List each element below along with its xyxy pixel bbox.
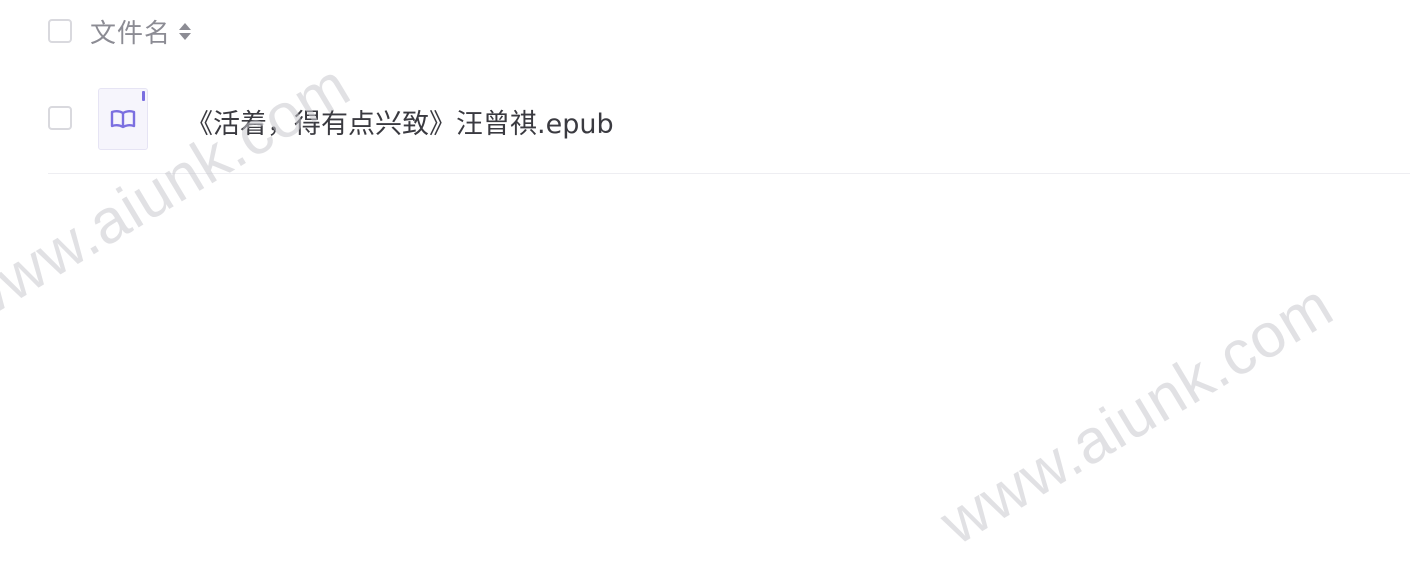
sort-up-icon — [179, 22, 192, 30]
watermark-text: www.aiunk.com — [928, 270, 1345, 559]
file-name[interactable]: 《活着，得有点兴致》汪曾祺.epub — [186, 102, 614, 141]
file-list-page: 文件名 《活着，得有点兴致》汪曾祺.epub www.aiunk.com www… — [0, 0, 1410, 588]
select-all-checkbox[interactable] — [48, 19, 72, 43]
book-icon — [110, 110, 136, 129]
sort-down-icon — [179, 32, 192, 40]
file-row-checkbox[interactable] — [48, 106, 72, 130]
column-header-filename[interactable]: 文件名 — [90, 13, 171, 50]
file-row[interactable]: 《活着，得有点兴致》汪曾祺.epub — [48, 86, 1410, 174]
file-corner-marker — [142, 91, 145, 101]
file-list-header: 文件名 — [48, 0, 192, 62]
sort-icon[interactable] — [179, 22, 192, 40]
epub-file-icon — [98, 88, 148, 150]
